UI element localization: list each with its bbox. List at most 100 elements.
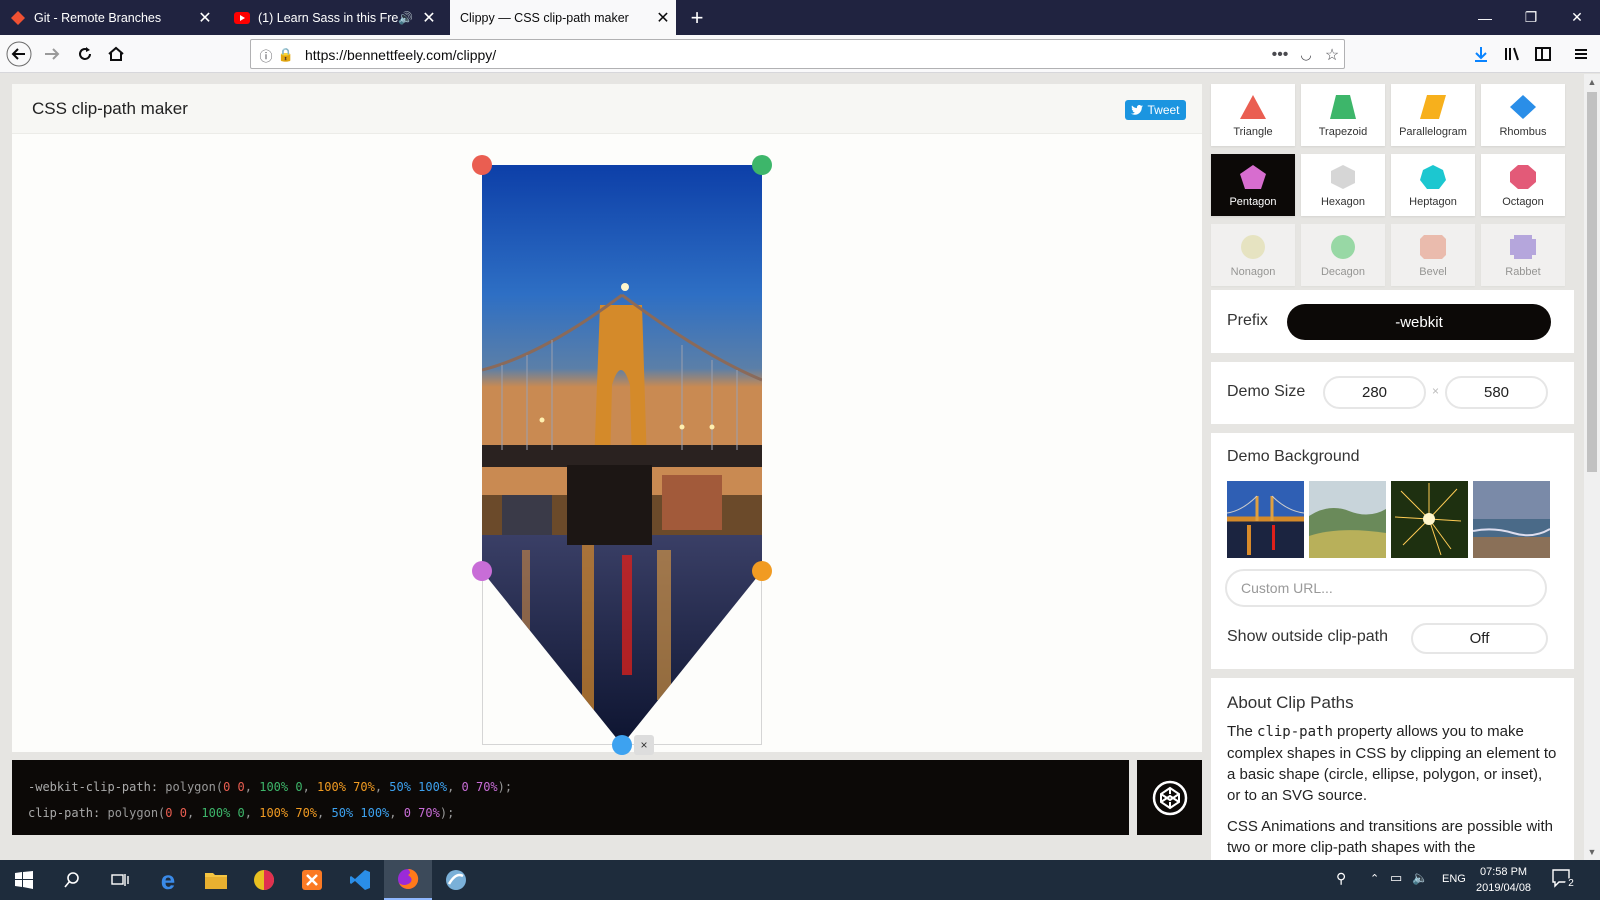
- info-icon[interactable]: ⓘ: [257, 46, 275, 64]
- shape-bevel[interactable]: Bevel: [1391, 224, 1475, 286]
- demo-background-label: Demo Background: [1227, 448, 1360, 465]
- explorer-taskbar-button[interactable]: [192, 860, 240, 900]
- minimize-button[interactable]: —: [1462, 0, 1508, 35]
- scroll-down-arrow[interactable]: ▼: [1584, 844, 1600, 860]
- git-icon: [11, 10, 25, 25]
- tray-chevron-icon[interactable]: ⌃: [1370, 872, 1379, 885]
- shape-rabbet[interactable]: Rabbet: [1481, 224, 1565, 286]
- pocket-icon[interactable]: ◡: [1297, 46, 1315, 64]
- app-taskbar-button[interactable]: [432, 860, 480, 900]
- shape-label: Triangle: [1233, 126, 1273, 138]
- shape-rhombus[interactable]: Rhombus: [1481, 84, 1565, 146]
- reload-button[interactable]: [70, 39, 100, 69]
- media-app-taskbar-button[interactable]: [240, 860, 288, 900]
- volume-icon[interactable]: 🔈: [1412, 870, 1428, 886]
- more-actions-icon[interactable]: •••: [1271, 46, 1289, 64]
- back-arrow-icon: [6, 41, 32, 67]
- shape-fill: [1510, 165, 1536, 189]
- tab-clippy[interactable]: Clippy — CSS clip-path maker ✕: [450, 0, 676, 35]
- clip-point-handle-2[interactable]: [752, 155, 772, 175]
- shape-heptagon[interactable]: Heptagon: [1391, 154, 1475, 216]
- scroll-thumb[interactable]: [1587, 92, 1597, 472]
- library-icon: [1505, 47, 1519, 61]
- shape-octagon[interactable]: Octagon: [1481, 154, 1565, 216]
- home-button[interactable]: [101, 39, 131, 69]
- close-window-button[interactable]: ✕: [1554, 0, 1600, 35]
- prefix-toggle[interactable]: -webkit: [1287, 304, 1551, 340]
- shape-fill: [1240, 95, 1266, 119]
- codepen-button[interactable]: [1137, 760, 1202, 835]
- shape-parallelogram[interactable]: Parallelogram: [1391, 84, 1475, 146]
- library-button[interactable]: [1497, 39, 1527, 69]
- url-text[interactable]: https://bennettfeely.com/clippy/: [305, 47, 496, 63]
- shape-label: Decagon: [1320, 266, 1366, 278]
- people-icon[interactable]: ⚲: [1336, 870, 1346, 887]
- nav-bar: ⓘ 🔒 https://bennettfeely.com/clippy/ •••…: [0, 35, 1600, 73]
- download-icon: [1475, 47, 1487, 62]
- close-tab-icon[interactable]: ✕: [192, 8, 218, 28]
- back-button[interactable]: [4, 39, 34, 69]
- scrollbar[interactable]: ▲ ▼: [1584, 74, 1600, 860]
- background-thumb-bridge[interactable]: [1227, 481, 1304, 558]
- shape-pentagon[interactable]: Pentagon: [1211, 154, 1295, 216]
- background-thumb-beach[interactable]: [1473, 481, 1550, 558]
- close-tab-icon[interactable]: ✕: [650, 8, 676, 28]
- scroll-up-arrow[interactable]: ▲: [1584, 74, 1600, 90]
- taskbar: e ⚲ ⌃ ▭ 🔈 ENG 07:58 PM 2019/04/08 2: [0, 860, 1600, 900]
- speaker-icon[interactable]: 🔊: [398, 11, 416, 25]
- shape-trapezoid[interactable]: Trapezoid: [1301, 84, 1385, 146]
- language-indicator[interactable]: ENG: [1442, 873, 1466, 885]
- shape-hexagon[interactable]: Hexagon: [1301, 154, 1385, 216]
- background-thumb-hills[interactable]: [1309, 481, 1386, 558]
- clip-point-handle-5[interactable]: [472, 561, 492, 581]
- bookmark-star-icon[interactable]: ☆: [1323, 46, 1341, 64]
- url-bar[interactable]: ⓘ 🔒 https://bennettfeely.com/clippy/ •••…: [250, 39, 1345, 69]
- vscode-taskbar-button[interactable]: [336, 860, 384, 900]
- firefox-taskbar-button[interactable]: [384, 860, 432, 900]
- demo-height-input[interactable]: [1445, 376, 1548, 409]
- shape-triangle[interactable]: Triangle: [1211, 84, 1295, 146]
- code-panel[interactable]: -webkit-clip-path: polygon(0 0, 100% 0, …: [12, 760, 1129, 835]
- shape-fill: [1510, 95, 1536, 119]
- tray-time[interactable]: 07:58 PM 2019/04/08: [1476, 864, 1531, 896]
- notification-count: 2: [1565, 878, 1577, 890]
- close-tab-icon[interactable]: ✕: [416, 8, 442, 28]
- clip-point-handle-3[interactable]: [752, 561, 772, 581]
- task-view-button[interactable]: [96, 860, 144, 900]
- about-code-term: clip-path: [1257, 724, 1333, 740]
- tab-git-remote-branches[interactable]: Git - Remote Branches ✕: [0, 0, 218, 35]
- forward-button[interactable]: [37, 39, 67, 69]
- search-taskbar-button[interactable]: [48, 860, 96, 900]
- shape-label: Hexagon: [1320, 196, 1366, 208]
- prefix-card: Prefix -webkit: [1211, 290, 1574, 353]
- xampp-taskbar-button[interactable]: [288, 860, 336, 900]
- tweet-button[interactable]: Tweet: [1125, 100, 1186, 120]
- show-outside-toggle[interactable]: Off: [1411, 623, 1548, 654]
- shape-decagon[interactable]: Decagon: [1301, 224, 1385, 286]
- delete-point-button[interactable]: ×: [634, 735, 654, 755]
- twitter-bird-icon: [1131, 105, 1144, 115]
- sidebar-toggle-button[interactable]: [1528, 39, 1558, 69]
- edge-taskbar-button[interactable]: e: [144, 860, 192, 900]
- show-outside-label: Show outside clip-path: [1227, 628, 1388, 645]
- background-thumb-sparkler[interactable]: [1391, 481, 1468, 558]
- decagon-icon: [1331, 235, 1355, 259]
- shape-fill: [1510, 235, 1536, 259]
- new-tab-button[interactable]: +: [682, 0, 712, 35]
- shape-fill: [1331, 235, 1355, 259]
- maximize-button[interactable]: ❐: [1508, 0, 1554, 35]
- tab-learn-sass[interactable]: (1) Learn Sass in this Free Cr 🔊 ✕: [224, 0, 442, 35]
- custom-url-input[interactable]: [1225, 569, 1547, 607]
- menu-button[interactable]: [1566, 39, 1596, 69]
- clip-point-handle-4[interactable]: [612, 735, 632, 755]
- start-button[interactable]: [0, 860, 48, 900]
- demo-width-input[interactable]: [1323, 376, 1426, 409]
- shape-nonagon[interactable]: Nonagon: [1211, 224, 1295, 286]
- rhombus-icon: [1510, 95, 1536, 119]
- shape-label: Rhombus: [1499, 126, 1547, 138]
- action-center-button[interactable]: 2: [1552, 868, 1577, 892]
- nonagon-icon: [1241, 235, 1265, 259]
- downloads-button[interactable]: [1466, 39, 1496, 69]
- clip-point-handle-1[interactable]: [472, 155, 492, 175]
- network-icon[interactable]: ▭: [1390, 870, 1402, 886]
